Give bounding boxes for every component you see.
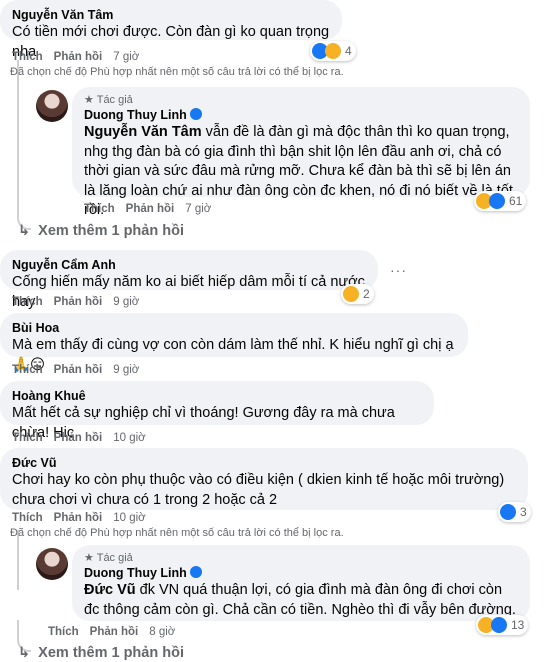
comment-actions: Thích Phản hồi 10 giờ bbox=[12, 511, 146, 525]
reply-button[interactable]: Phản hồi bbox=[90, 626, 139, 638]
comment-bubble: Bùi Hoa Mà em thấy đi cùng vợ con còn dá… bbox=[0, 313, 468, 373]
author-name[interactable]: Duong Thuy Linh bbox=[84, 108, 187, 122]
like-icon bbox=[491, 617, 507, 633]
like-button[interactable]: Thích bbox=[12, 432, 43, 444]
like-button[interactable]: Thích bbox=[12, 296, 43, 308]
reply-button[interactable]: Phản hồi bbox=[126, 203, 175, 215]
author-badge: ★ Tác giả bbox=[84, 552, 133, 564]
like-button[interactable]: Thích bbox=[48, 626, 79, 638]
mention-link[interactable]: Nguyễn Văn Tâm bbox=[84, 124, 202, 140]
comment-actions: Thích Phản hồi 9 giờ bbox=[12, 295, 139, 309]
author-tag-label: Tác giả bbox=[96, 552, 133, 564]
comment-time[interactable]: 7 giờ bbox=[185, 203, 211, 215]
comment-time[interactable]: 9 giờ bbox=[113, 296, 139, 308]
comment-bubble: ★ Tác giả Duong Thuy Linh Đức Vũ đk VN q… bbox=[72, 545, 530, 621]
comment-time[interactable]: 8 giờ bbox=[149, 626, 175, 638]
avatar[interactable] bbox=[36, 90, 68, 122]
reply-button[interactable]: Phản hồi bbox=[54, 512, 103, 524]
reaction-summary[interactable]: 4 bbox=[310, 41, 356, 61]
reaction-summary[interactable]: 2 bbox=[341, 284, 374, 304]
like-icon bbox=[500, 504, 516, 520]
reaction-count: 3 bbox=[520, 505, 527, 519]
comment-actions: Thích Phản hồi 10 giờ bbox=[12, 431, 146, 445]
comment-actions: Thích Phản hồi 9 giờ bbox=[12, 363, 139, 377]
comment-text: Chơi hay ko còn phụ thuộc vào có điều ki… bbox=[12, 472, 505, 508]
reply-arrow-icon: ↳ bbox=[18, 223, 31, 239]
reply-button[interactable]: Phản hồi bbox=[54, 51, 103, 63]
like-icon bbox=[489, 193, 505, 209]
like-button[interactable]: Thích bbox=[84, 203, 115, 215]
reaction-count: 4 bbox=[345, 44, 352, 58]
reply-button[interactable]: Phản hồi bbox=[54, 364, 103, 376]
comment-time[interactable]: 10 giờ bbox=[113, 432, 145, 444]
comment-bubble: Đức Vũ Chơi hay ko còn phụ thuộc vào có … bbox=[0, 448, 528, 510]
like-button[interactable]: Thích bbox=[12, 364, 43, 376]
comment-author[interactable]: Đức Vũ bbox=[12, 455, 516, 471]
view-more-replies[interactable]: ↳ Xem thêm 1 phản hồi bbox=[18, 644, 184, 662]
reply-button[interactable]: Phản hồi bbox=[54, 296, 103, 308]
comment-body: đk VN quá thuận lợi, có gia đình mà đàn … bbox=[84, 582, 516, 618]
reaction-count: 13 bbox=[511, 618, 525, 632]
author-tag-label: Tác giả bbox=[96, 94, 133, 106]
comment-author[interactable]: Bùi Hoa bbox=[12, 320, 456, 336]
verified-icon bbox=[189, 566, 202, 578]
like-button[interactable]: Thích bbox=[12, 51, 43, 63]
haha-icon bbox=[343, 286, 359, 302]
comment-author[interactable]: Duong Thuy Linh bbox=[84, 107, 518, 123]
haha-icon bbox=[325, 43, 341, 59]
comment-actions: Thích Phản hồi 8 giờ bbox=[48, 625, 175, 639]
reaction-summary[interactable]: 3 bbox=[498, 502, 531, 522]
comment-bubble: Hoàng Khuê Mất hết cả sự nghiệp chỉ vì t… bbox=[0, 381, 434, 441]
thread-line bbox=[17, 60, 19, 208]
like-button[interactable]: Thích bbox=[12, 512, 43, 524]
author-badge: ★ Tác giả bbox=[84, 94, 133, 106]
comment-time[interactable]: 10 giờ bbox=[113, 512, 145, 524]
comment-time[interactable]: 9 giờ bbox=[113, 364, 139, 376]
comment-author[interactable]: Hoàng Khuê bbox=[12, 388, 422, 404]
comment-bubble: ★ Tác giả Duong Thuy Linh Nguyễn Văn Tâm… bbox=[72, 87, 530, 218]
more-options-icon[interactable]: ··· bbox=[390, 262, 407, 278]
reaction-summary[interactable]: 61 bbox=[474, 191, 527, 211]
comment-actions: Thích Phản hồi 7 giờ bbox=[12, 50, 139, 64]
reaction-count: 61 bbox=[509, 194, 523, 208]
reaction-count: 2 bbox=[363, 287, 370, 301]
comment-bubble: Nguyễn Văn Tâm Có tiền mới chơi được. Cò… bbox=[0, 0, 342, 60]
view-more-replies[interactable]: ↳ Xem thêm 1 phản hồi bbox=[18, 222, 184, 240]
comment-text: Đức Vũ đk VN quá thuận lợi, có gia đình … bbox=[84, 581, 518, 620]
filter-note: Đã chọn chế độ Phù hợp nhất nên một số c… bbox=[10, 66, 344, 78]
comment-author[interactable]: Duong Thuy Linh bbox=[84, 565, 518, 581]
reaction-summary[interactable]: 13 bbox=[476, 615, 529, 635]
comment-actions: Thích Phản hồi 7 giờ bbox=[84, 202, 211, 216]
comment-bubble: Nguyễn Cẩm Anh Cống hiến mấy năm ko ai b… bbox=[0, 250, 378, 310]
author-name[interactable]: Duong Thuy Linh bbox=[84, 566, 187, 580]
view-more-label[interactable]: Xem thêm 1 phản hồi bbox=[38, 645, 184, 661]
comment-author[interactable]: Nguyễn Cẩm Anh bbox=[12, 257, 366, 273]
reply-arrow-icon: ↳ bbox=[18, 645, 31, 661]
filter-note: Đã chọn chế độ Phù hợp nhất nên một số c… bbox=[10, 527, 344, 539]
comment-author[interactable]: Nguyễn Văn Tâm bbox=[12, 7, 330, 23]
avatar[interactable] bbox=[36, 548, 68, 580]
verified-icon bbox=[189, 108, 202, 120]
view-more-label[interactable]: Xem thêm 1 phản hồi bbox=[38, 223, 184, 239]
reply-button[interactable]: Phản hồi bbox=[54, 432, 103, 444]
comment-time[interactable]: 7 giờ bbox=[113, 51, 139, 63]
mention-link[interactable]: Đức Vũ bbox=[84, 582, 136, 598]
